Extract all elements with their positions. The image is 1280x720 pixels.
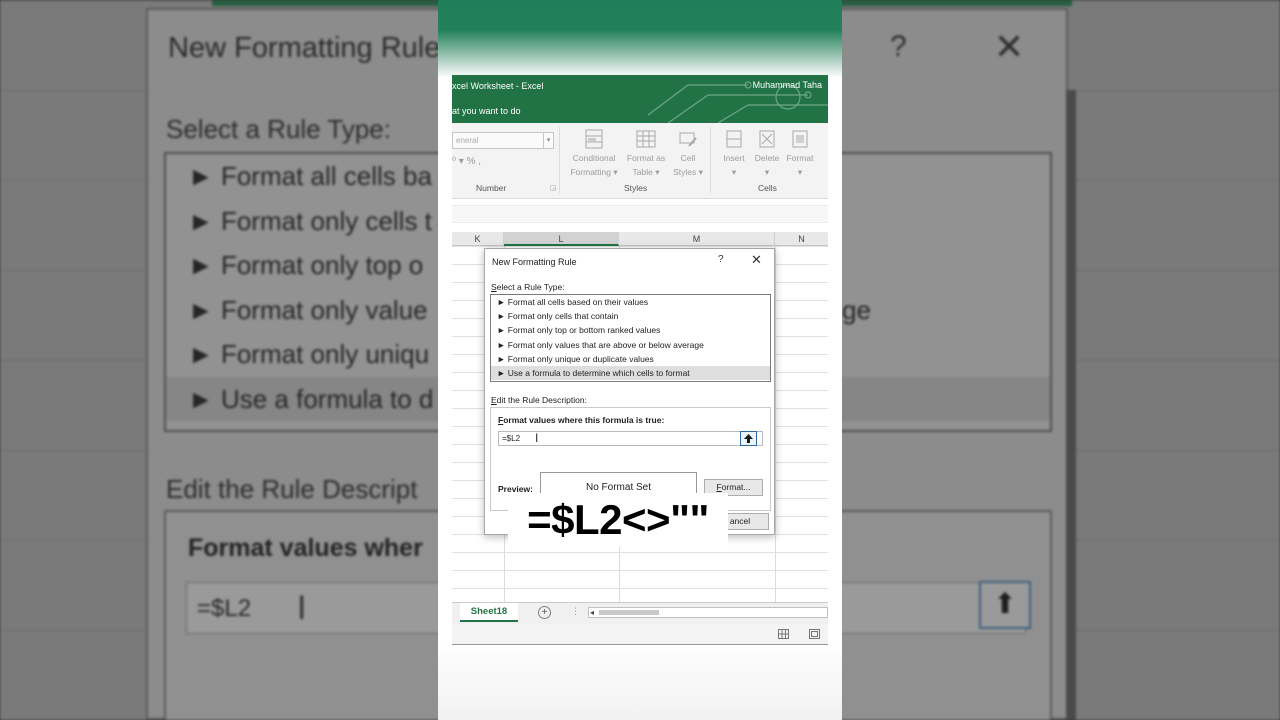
label-text: ormat values where this formula is true:: [503, 415, 665, 425]
edit-rule-description-label: Edit the Rule Description:: [491, 395, 587, 405]
format-cells-button[interactable]: Format ▾: [774, 128, 826, 178]
select-rule-type-label: Select a Rule Type:: [491, 282, 565, 292]
conditional-formatting-icon: [585, 129, 603, 149]
button-label: Cell: [680, 153, 696, 163]
rule-type-item-selected[interactable]: ► Use a formula to determine which cells…: [491, 365, 770, 381]
background-edit-label: Edit the Rule Descript: [166, 474, 418, 504]
background-formula-value: =$L2: [197, 595, 252, 622]
button-label: Format: [786, 153, 814, 163]
formula-heading: Format values where this formula is true…: [498, 415, 664, 425]
collapse-dialog-button[interactable]: [740, 431, 757, 446]
background-collapse-icon: ⬆: [979, 581, 1031, 629]
horizontal-scrollbar[interactable]: ◂: [588, 607, 828, 618]
scroll-left-icon[interactable]: ◂: [590, 608, 594, 617]
formula-bar[interactable]: [452, 205, 828, 223]
column-header[interactable]: K: [452, 232, 504, 246]
number-tools[interactable]: ⁰ ▾ % ,: [452, 156, 481, 167]
title-bar: xcel Worksheet - Excel Muhammad Taha at …: [452, 75, 828, 123]
button-label: Formatting ▾: [570, 167, 618, 177]
video-frame: xcel Worksheet - Excel Muhammad Taha at …: [438, 0, 842, 720]
background-close-icon: ✕: [994, 26, 1025, 67]
column-headers: K L M N: [452, 232, 828, 246]
group-label-number: Number: [476, 183, 507, 193]
rule-type-item[interactable]: ► Format only values that are above or b…: [491, 338, 770, 352]
text-cursor-icon: I: [535, 431, 539, 445]
background-formula-heading: Format values wher: [188, 534, 423, 562]
scrollbar-thumb[interactable]: [599, 610, 659, 615]
rule-type-item[interactable]: ► Format only cells that contain: [491, 309, 770, 323]
upload-arrow-icon: [744, 434, 753, 443]
window-title: xcel Worksheet - Excel: [452, 81, 544, 91]
cell-styles-icon: [679, 132, 697, 147]
add-sheet-icon[interactable]: +: [538, 606, 551, 619]
column-header[interactable]: N: [775, 232, 828, 246]
label-text: dit the Rule Description:: [496, 395, 587, 405]
group-label-styles: Styles: [624, 183, 648, 193]
button-text: ormat...: [721, 482, 751, 492]
help-icon[interactable]: ?: [718, 254, 724, 265]
background-edge: [1066, 90, 1076, 720]
user-name[interactable]: Muhammad Taha: [753, 80, 822, 90]
sheet-tab-bar: Sheet18 + ⋮ ◂: [452, 602, 828, 624]
background-text-cursor: I: [297, 589, 307, 627]
number-format-combo[interactable]: eneral ▾: [452, 132, 554, 149]
number-format-value: eneral: [456, 136, 479, 145]
button-label: Conditional: [572, 153, 616, 163]
chevron-down-icon[interactable]: ▾: [543, 133, 553, 148]
ribbon: eneral ▾ ⁰ ▾ % , Number ◲ Conditional Fo: [452, 123, 828, 199]
tab-splitter-icon[interactable]: ⋮: [571, 606, 580, 617]
background-rule-item-text: ► Format only value: [188, 294, 428, 325]
normal-view-icon[interactable]: [778, 629, 789, 639]
rule-type-item[interactable]: ► Format all cells based on their values: [491, 295, 770, 309]
ribbon-separator: [559, 127, 560, 193]
rule-type-list[interactable]: ► Format all cells based on their values…: [490, 294, 771, 382]
rule-type-item[interactable]: ► Format only unique or duplicate values: [491, 352, 770, 366]
status-bar: [452, 624, 828, 644]
formula-value: =$L2: [502, 434, 521, 443]
label-text: elect a Rule Type:: [496, 282, 565, 292]
conditional-formatting-button[interactable]: Conditional Formatting ▾: [568, 128, 620, 178]
formula-caption: =$L2<>"": [508, 493, 728, 547]
background-help-icon: ?: [890, 30, 907, 63]
button-label: Styles ▾: [673, 167, 703, 177]
column-header-selected[interactable]: L: [504, 232, 619, 246]
dialog-launcher-icon[interactable]: ◲: [550, 184, 557, 192]
background-select-rule-label: Select a Rule Type:: [166, 114, 391, 144]
formula-input[interactable]: =$L2 I: [498, 431, 763, 446]
grid-line: [775, 246, 776, 602]
sheet-tab[interactable]: Sheet18: [460, 603, 518, 622]
format-cells-icon: [792, 130, 808, 148]
rule-type-item[interactable]: ► Format only top or bottom ranked value…: [491, 323, 770, 337]
excel-window: xcel Worksheet - Excel Muhammad Taha at …: [452, 75, 828, 645]
background-rule-overflow: ge: [842, 294, 871, 325]
screen: New Formatting Rule ? ✕ Select a Rule Ty…: [0, 0, 1280, 720]
close-icon[interactable]: ✕: [751, 252, 762, 268]
format-table-icon: [636, 130, 656, 148]
dialog-title: New Formatting Rule: [492, 257, 577, 267]
tell-me-search[interactable]: at you want to do: [452, 106, 521, 116]
column-header[interactable]: M: [619, 232, 775, 246]
page-layout-icon[interactable]: [809, 629, 820, 639]
cell-styles-button[interactable]: Cell Styles ▾: [662, 128, 714, 178]
group-label-cells: Cells: [758, 183, 777, 193]
new-formatting-rule-dialog: New Formatting Rule ? ✕ Select a Rule Ty…: [484, 248, 775, 535]
background-dialog-title: New Formatting Rule: [168, 32, 441, 64]
button-label: ▾: [797, 167, 803, 177]
